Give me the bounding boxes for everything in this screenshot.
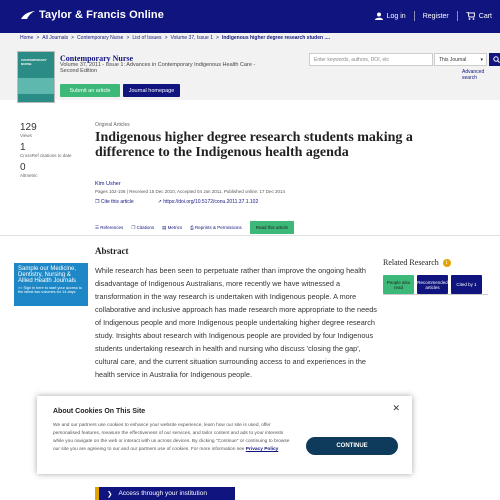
- issue-info[interactable]: Volume 37, 2011 - Issue 1: Advances in C…: [60, 62, 270, 74]
- chevron-right-icon: ❯: [107, 490, 113, 498]
- logo-text: Taylor & Francis Online: [39, 9, 164, 21]
- breadcrumb-volume[interactable]: Volume 37, Issue 1: [170, 35, 213, 41]
- metric-label: Views: [20, 133, 32, 138]
- breadcrumb-current: Indigenous higher degree research studen…: [221, 35, 331, 41]
- author-link[interactable]: Kim Usher: [95, 181, 121, 187]
- institution-access-button[interactable]: ❯ Access through your institution: [95, 487, 235, 500]
- advanced-search-link[interactable]: Advanced search: [462, 69, 500, 81]
- cart-link[interactable]: Cart: [479, 13, 492, 20]
- cookie-banner: About Cookies On This Site ✕ We and our …: [37, 396, 412, 474]
- tab-cited-by[interactable]: Cited by 1: [451, 275, 482, 294]
- article-tabs: ☰ References ❐ Citations ▤ Metrics ⎙ Rep…: [95, 221, 295, 234]
- search-scope-select[interactable]: This Journal ▾: [434, 53, 487, 66]
- journal-cover[interactable]: CONTEMPORARY NURSE: [17, 51, 55, 103]
- tab-label: Reprints & Permissions: [195, 225, 242, 230]
- tab-label: References: [100, 224, 124, 230]
- article-type: Original Articles: [95, 122, 130, 128]
- cart-icon: [465, 12, 475, 20]
- breadcrumb-home[interactable]: Home: [20, 35, 33, 41]
- user-icon: [374, 12, 383, 20]
- metric-value: 129: [20, 122, 37, 133]
- related-heading-text: Related Research: [383, 258, 439, 267]
- register-link[interactable]: Register: [423, 13, 449, 20]
- site-logo[interactable]: Taylor & Francis Online: [20, 9, 164, 21]
- doi-text: https://doi.org/10.5172/conu.2011.37.1.1…: [163, 199, 259, 205]
- promo-subtitle: >> Sign in here to start your access to …: [18, 286, 82, 294]
- tab-label: Metrics: [167, 224, 183, 230]
- cover-title: CONTEMPORARY NURSE: [21, 58, 47, 66]
- doi-link[interactable]: ↗ https://doi.org/10.5172/conu.2011.37.1…: [158, 199, 271, 205]
- breadcrumb-issues[interactable]: List of Issues: [132, 35, 161, 41]
- divider: [383, 294, 488, 295]
- search-icon: [492, 56, 500, 63]
- metric-altmetric: 0 Altmetric: [20, 162, 80, 178]
- journal-homepage-button[interactable]: Journal homepage: [123, 84, 180, 97]
- metric-label: CrossRef citations to date: [20, 153, 72, 158]
- cookie-title: About Cookies On This Site: [53, 408, 146, 415]
- tab-citations[interactable]: ❐ Citations: [131, 225, 154, 231]
- continue-button[interactable]: CONTINUE: [306, 437, 398, 455]
- metric-views: 129 Views: [20, 122, 80, 138]
- breadcrumb: Home > All Journals > Contemporary Nurse > …: [0, 33, 500, 43]
- submit-article-button[interactable]: Submit an article: [60, 84, 120, 97]
- article-metrics: 129 Views 1 CrossRef citations to date 0…: [20, 122, 80, 182]
- cookie-text: We and our partners use cookies to enhan…: [53, 422, 293, 454]
- search-input[interactable]: Enter keywords, authors, DOI, etc: [309, 53, 433, 66]
- chevron-down-icon: ▾: [480, 57, 483, 63]
- tab-metrics[interactable]: ▤ Metrics: [162, 225, 182, 231]
- tab-people-also-read[interactable]: People also read: [383, 275, 414, 294]
- info-icon[interactable]: i: [442, 258, 451, 267]
- abstract-heading: Abstract: [95, 246, 129, 256]
- tab-recommended-articles[interactable]: Recommended articles: [417, 275, 448, 294]
- publication-info: Pages 102-106 | Received 15 Dec 2010, Ac…: [95, 189, 285, 194]
- tab-references[interactable]: ☰ References: [95, 225, 123, 231]
- tab-label: Citations: [136, 224, 155, 230]
- access-label: Access through your institution: [118, 490, 207, 497]
- tab-reprints[interactable]: ⎙ Reprints & Permissions: [190, 225, 242, 230]
- metric-label: Altmetric: [20, 173, 38, 178]
- related-tabs: People also read Recommended articles Ci…: [383, 275, 485, 294]
- tf-logo-icon: [21, 10, 35, 19]
- close-icon[interactable]: ✕: [392, 403, 400, 414]
- breadcrumb-journal[interactable]: Contemporary Nurse: [77, 35, 123, 41]
- privacy-policy-link[interactable]: Privacy Policy: [246, 447, 279, 452]
- read-article-button[interactable]: Read this article: [249, 221, 295, 234]
- metric-value: 1: [20, 142, 26, 153]
- login-link[interactable]: Log in: [387, 13, 406, 20]
- sample-journals-promo[interactable]: Sample our Medicine, Dentistry, Nursing …: [14, 263, 88, 306]
- article-title: Indigenous higher degree research studen…: [95, 130, 413, 160]
- cite-article-link[interactable]: ❐ Cite this article: [95, 199, 146, 205]
- search-button[interactable]: [489, 53, 500, 66]
- top-nav-bar: Taylor & Francis Online Log in Register …: [0, 0, 500, 33]
- promo-title: Sample our Medicine, Dentistry, Nursing …: [18, 266, 77, 284]
- search-scope-value: This Journal: [439, 57, 467, 63]
- breadcrumb-all-journals[interactable]: All Journals: [42, 35, 68, 41]
- divider: [0, 235, 500, 236]
- metric-crossref: 1 CrossRef citations to date: [20, 142, 80, 158]
- related-research-heading: Related Research i: [383, 258, 451, 267]
- cite-label: Cite this article: [100, 199, 134, 205]
- metric-value: 0: [20, 162, 26, 173]
- abstract-text: While research has been seen to perpetua…: [95, 266, 377, 379]
